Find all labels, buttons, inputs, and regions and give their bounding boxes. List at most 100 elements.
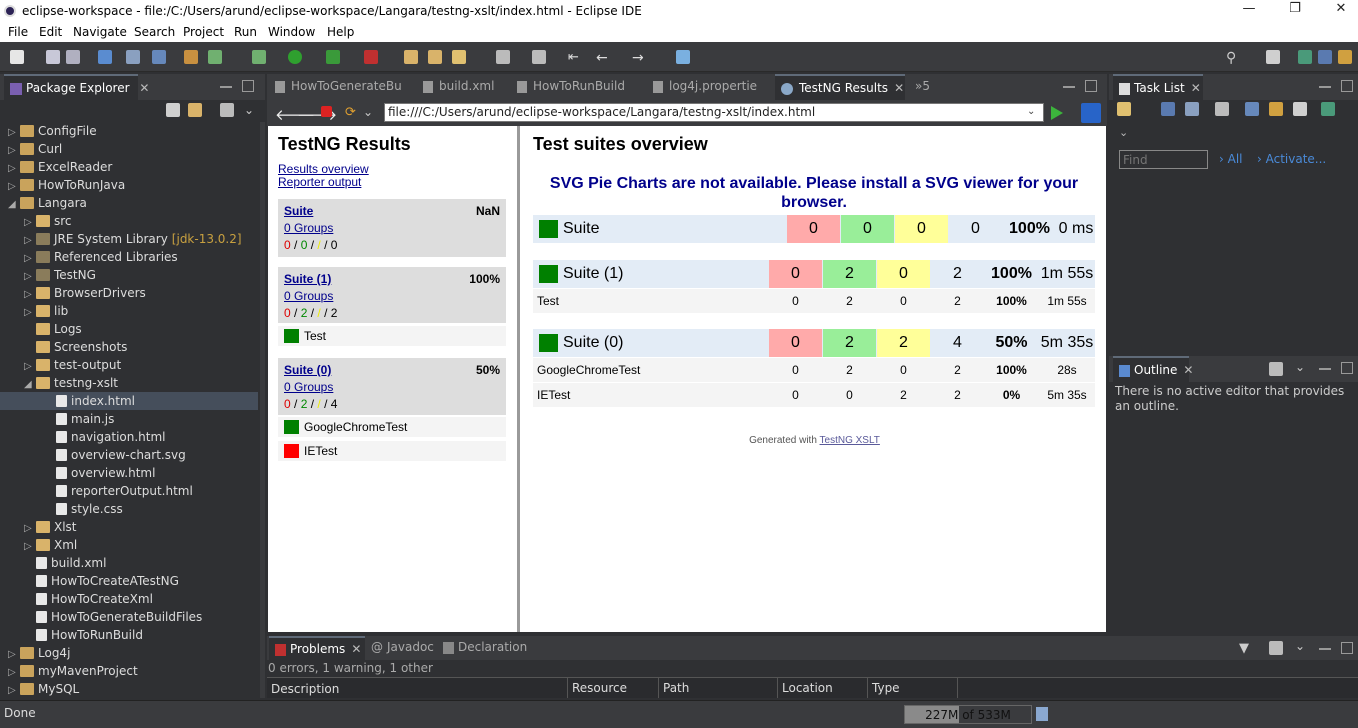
- menu-window[interactable]: Window: [268, 25, 315, 39]
- menu-search[interactable]: Search: [134, 25, 175, 39]
- column-location[interactable]: Location: [777, 678, 833, 698]
- new-icon[interactable]: [10, 50, 24, 64]
- tree-item[interactable]: ▷ Xlst: [0, 518, 258, 536]
- tree-item[interactable]: overview.html: [0, 464, 258, 482]
- tree-item[interactable]: HowToCreateATestNG: [0, 572, 258, 590]
- tab-log4j-properties[interactable]: log4j.propertie: [653, 74, 773, 100]
- refresh-icon[interactable]: ⟳: [345, 105, 359, 120]
- tree-item[interactable]: ◢ Langara: [0, 194, 258, 212]
- suite-link[interactable]: Suite (0): [284, 363, 331, 377]
- repository-icon[interactable]: [1321, 102, 1335, 116]
- tab-javadoc[interactable]: @ Javadoc: [371, 636, 441, 660]
- tab-howtorunbuild[interactable]: HowToRunBuild: [517, 74, 647, 100]
- last-edit-icon[interactable]: ⇤: [568, 50, 582, 65]
- view-menu-icon[interactable]: ⌄: [1295, 360, 1309, 374]
- tree-item[interactable]: overview-chart.svg: [0, 446, 258, 464]
- terminal-icon[interactable]: [152, 50, 166, 64]
- tab-declaration[interactable]: Declaration: [443, 636, 533, 660]
- tree-item[interactable]: HowToCreateXml: [0, 590, 258, 608]
- minimize-view-icon[interactable]: [1319, 368, 1331, 370]
- run-icon[interactable]: [288, 50, 302, 64]
- tab-testng-results[interactable]: TestNG Results ✕: [775, 74, 905, 100]
- trash-icon[interactable]: [1036, 707, 1048, 721]
- categorized-icon[interactable]: [1161, 102, 1175, 116]
- tab-outline[interactable]: Outline ✕: [1113, 356, 1193, 382]
- minimize-view-icon[interactable]: [1319, 648, 1331, 650]
- save-icon[interactable]: [46, 50, 60, 64]
- url-dropdown-icon[interactable]: ⌄: [1027, 106, 1041, 120]
- scrollbar[interactable]: [260, 122, 265, 698]
- focus-icon[interactable]: [1269, 641, 1283, 655]
- new-package-icon[interactable]: [184, 50, 198, 64]
- tree-item[interactable]: ▷ Curl: [0, 140, 258, 158]
- more-tabs-button[interactable]: »5: [915, 74, 935, 100]
- browser-icon[interactable]: [1081, 103, 1101, 123]
- search-tool-icon[interactable]: [452, 50, 466, 64]
- groups-link[interactable]: 0 Groups: [284, 380, 333, 394]
- view-menu-icon[interactable]: ⌄: [244, 103, 258, 117]
- tree-item[interactable]: ▷ lib: [0, 302, 258, 320]
- tree-item[interactable]: HowToGenerateBuildFiles: [0, 608, 258, 626]
- tree-item[interactable]: index.html: [0, 392, 258, 410]
- maximize-view-icon[interactable]: [1341, 642, 1353, 654]
- tree-item[interactable]: ▷ Xml: [0, 536, 258, 554]
- sync-icon[interactable]: [1269, 102, 1283, 116]
- close-window-button[interactable]: ✕: [1318, 1, 1358, 21]
- next-annotation-icon[interactable]: [532, 50, 546, 64]
- tree-item[interactable]: build.xml: [0, 554, 258, 572]
- test-link-ietest[interactable]: IETest: [278, 441, 506, 461]
- tree-item[interactable]: ▷ ExcelReader: [0, 158, 258, 176]
- tree-item[interactable]: ▷ Log4j: [0, 644, 258, 662]
- tree-item[interactable]: ▷ MySQL: [0, 680, 258, 698]
- close-icon[interactable]: ✕: [139, 81, 149, 95]
- skip-breakpoints-icon[interactable]: [126, 50, 140, 64]
- java-perspective-icon[interactable]: [1298, 50, 1312, 64]
- tree-item[interactable]: main.js: [0, 410, 258, 428]
- menu-help[interactable]: Help: [327, 25, 354, 39]
- refresh-icon[interactable]: [208, 50, 222, 64]
- view-menu-icon[interactable]: ⌄: [1295, 639, 1309, 653]
- tree-item[interactable]: HowToRunBuild: [0, 626, 258, 644]
- all-link[interactable]: › All: [1219, 152, 1243, 166]
- open-task-icon[interactable]: [428, 50, 442, 64]
- column-type[interactable]: Type: [867, 678, 900, 698]
- maximize-view-icon[interactable]: [1341, 362, 1353, 374]
- tree-item[interactable]: reporterOutput.html: [0, 482, 258, 500]
- tab-howtogeneratebu[interactable]: HowToGenerateBu: [275, 74, 415, 100]
- tree-item[interactable]: ▷ test-output: [0, 356, 258, 374]
- restore-button[interactable]: ❐: [1272, 1, 1318, 21]
- close-icon[interactable]: ✕: [351, 642, 361, 656]
- maximize-view-icon[interactable]: [1085, 80, 1097, 92]
- suite-link[interactable]: Suite (1): [284, 272, 331, 286]
- debug-icon[interactable]: [252, 50, 266, 64]
- column-description[interactable]: Description: [271, 682, 339, 696]
- tree-item[interactable]: ▷ TestNG: [0, 266, 258, 284]
- open-perspective-icon[interactable]: [1266, 50, 1280, 64]
- menu-file[interactable]: File: [8, 25, 28, 39]
- tab-problems[interactable]: Problems ✕: [269, 636, 365, 660]
- groups-link[interactable]: 0 Groups: [284, 289, 333, 303]
- groups-link[interactable]: 0 Groups: [284, 221, 333, 235]
- menu-run[interactable]: Run: [234, 25, 257, 39]
- tree-item[interactable]: ▷ JRE System Library [jdk-13.0.2]: [0, 230, 258, 248]
- test-link-test[interactable]: Test: [278, 326, 506, 346]
- collapse-icon[interactable]: [1245, 102, 1259, 116]
- tree-item[interactable]: ▷ HowToRunJava: [0, 176, 258, 194]
- menu-project[interactable]: Project: [183, 25, 224, 39]
- collapse-all-icon[interactable]: [166, 103, 180, 117]
- close-icon[interactable]: ✕: [1191, 81, 1201, 95]
- tree-item[interactable]: navigation.html: [0, 428, 258, 446]
- stop-icon[interactable]: [321, 106, 332, 117]
- back-icon[interactable]: ←: [596, 50, 610, 66]
- column-path[interactable]: Path: [658, 678, 689, 698]
- console-icon[interactable]: [98, 50, 112, 64]
- heap-status[interactable]: 227M of 533M: [904, 705, 1032, 724]
- git-perspective-icon[interactable]: [1338, 50, 1352, 64]
- url-input[interactable]: file:///C:/Users/arund/eclipse-workspace…: [384, 103, 1044, 122]
- coverage-icon[interactable]: [326, 50, 340, 64]
- new-task-icon[interactable]: [1117, 102, 1131, 116]
- minimize-view-icon[interactable]: [1319, 86, 1331, 88]
- chevron-down-icon[interactable]: ⌄: [363, 105, 377, 119]
- scheduled-icon[interactable]: [1185, 102, 1199, 116]
- minimize-view-icon[interactable]: [1063, 86, 1075, 88]
